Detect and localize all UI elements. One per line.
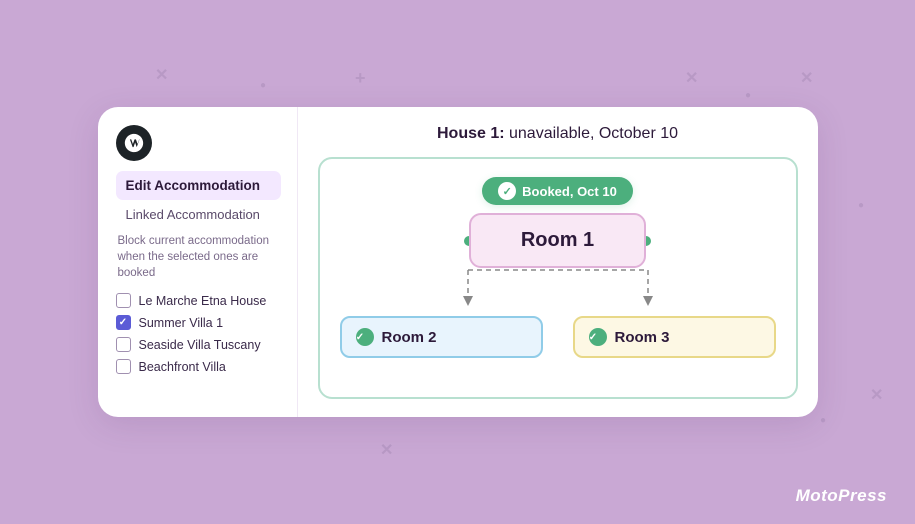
- checkbox-label-3: Seaside Villa Tuscany: [139, 338, 261, 352]
- room1-box: Room 1: [469, 213, 646, 268]
- checkbox-item-2[interactable]: Summer Villa 1: [116, 315, 281, 330]
- motopress-brand: MotoPress: [796, 486, 887, 506]
- decor-x-1: ✕: [155, 65, 168, 85]
- block-description: Block current accommodation when the sel…: [116, 233, 281, 281]
- booked-badge: Booked, Oct 10: [482, 177, 633, 205]
- diagram-area: Booked, Oct 10 Room 1: [318, 157, 798, 399]
- bottom-rooms: ✓ Room 2 ✓ Room 3: [340, 316, 776, 358]
- checkbox-label-4: Beachfront Villa: [139, 360, 226, 374]
- right-panel: House 1: unavailable, October 10 Booked,…: [298, 107, 818, 417]
- check-icon-room2: ✓: [356, 328, 374, 346]
- arrows-svg: [340, 268, 776, 316]
- decor-dot-2: ●: [745, 90, 751, 101]
- menu-edit-accommodation[interactable]: Edit Accommodation: [116, 171, 281, 200]
- checkbox-item-3[interactable]: Seaside Villa Tuscany: [116, 337, 281, 352]
- decor-dot-5: ●: [858, 200, 864, 211]
- check-icon-room3: ✓: [589, 328, 607, 346]
- menu-linked-accommodation[interactable]: Linked Accommodation: [116, 202, 281, 227]
- main-card: Edit Accommodation Linked Accommodation …: [98, 107, 818, 417]
- room3-box: ✓ Room 3: [573, 316, 776, 358]
- wp-icon: [123, 132, 145, 154]
- decor-dot-1: ●: [260, 80, 266, 91]
- checkbox-4[interactable]: [116, 359, 131, 374]
- booked-badge-label: Booked, Oct 10: [522, 184, 617, 199]
- checkbox-item-4[interactable]: Beachfront Villa: [116, 359, 281, 374]
- room2-box: ✓ Room 2: [340, 316, 543, 358]
- checkbox-item-1[interactable]: Le Marche Etna House: [116, 293, 281, 308]
- decor-plus-1: +: [355, 68, 366, 89]
- checkbox-3[interactable]: [116, 337, 131, 352]
- decor-x-3: ✕: [800, 68, 813, 88]
- accommodation-list: Le Marche Etna House Summer Villa 1 Seas…: [116, 293, 281, 374]
- motopress-label: MotoPress: [796, 486, 887, 505]
- diagram-title: House 1: unavailable, October 10: [318, 125, 798, 143]
- checkbox-label-2: Summer Villa 1: [139, 316, 224, 330]
- decor-x-2: ✕: [685, 68, 698, 88]
- left-panel: Edit Accommodation Linked Accommodation …: [98, 107, 298, 417]
- checkbox-1[interactable]: [116, 293, 131, 308]
- wordpress-logo: [116, 125, 152, 161]
- decor-x-6: ✕: [380, 440, 393, 460]
- decor-x-5: ✕: [870, 385, 883, 405]
- diagram-center: Booked, Oct 10 Room 1: [340, 177, 776, 358]
- title-rest: unavailable, October 10: [505, 125, 678, 142]
- checkbox-2[interactable]: [116, 315, 131, 330]
- decor-dot-4: ●: [820, 415, 826, 426]
- checkbox-label-1: Le Marche Etna House: [139, 294, 267, 308]
- room1-wrapper: Room 1: [469, 213, 646, 268]
- check-icon-badge: [498, 182, 516, 200]
- room2-label: Room 2: [382, 329, 437, 346]
- title-bold: House 1:: [437, 125, 505, 142]
- room3-label: Room 3: [615, 329, 670, 346]
- room1-label: Room 1: [521, 229, 594, 251]
